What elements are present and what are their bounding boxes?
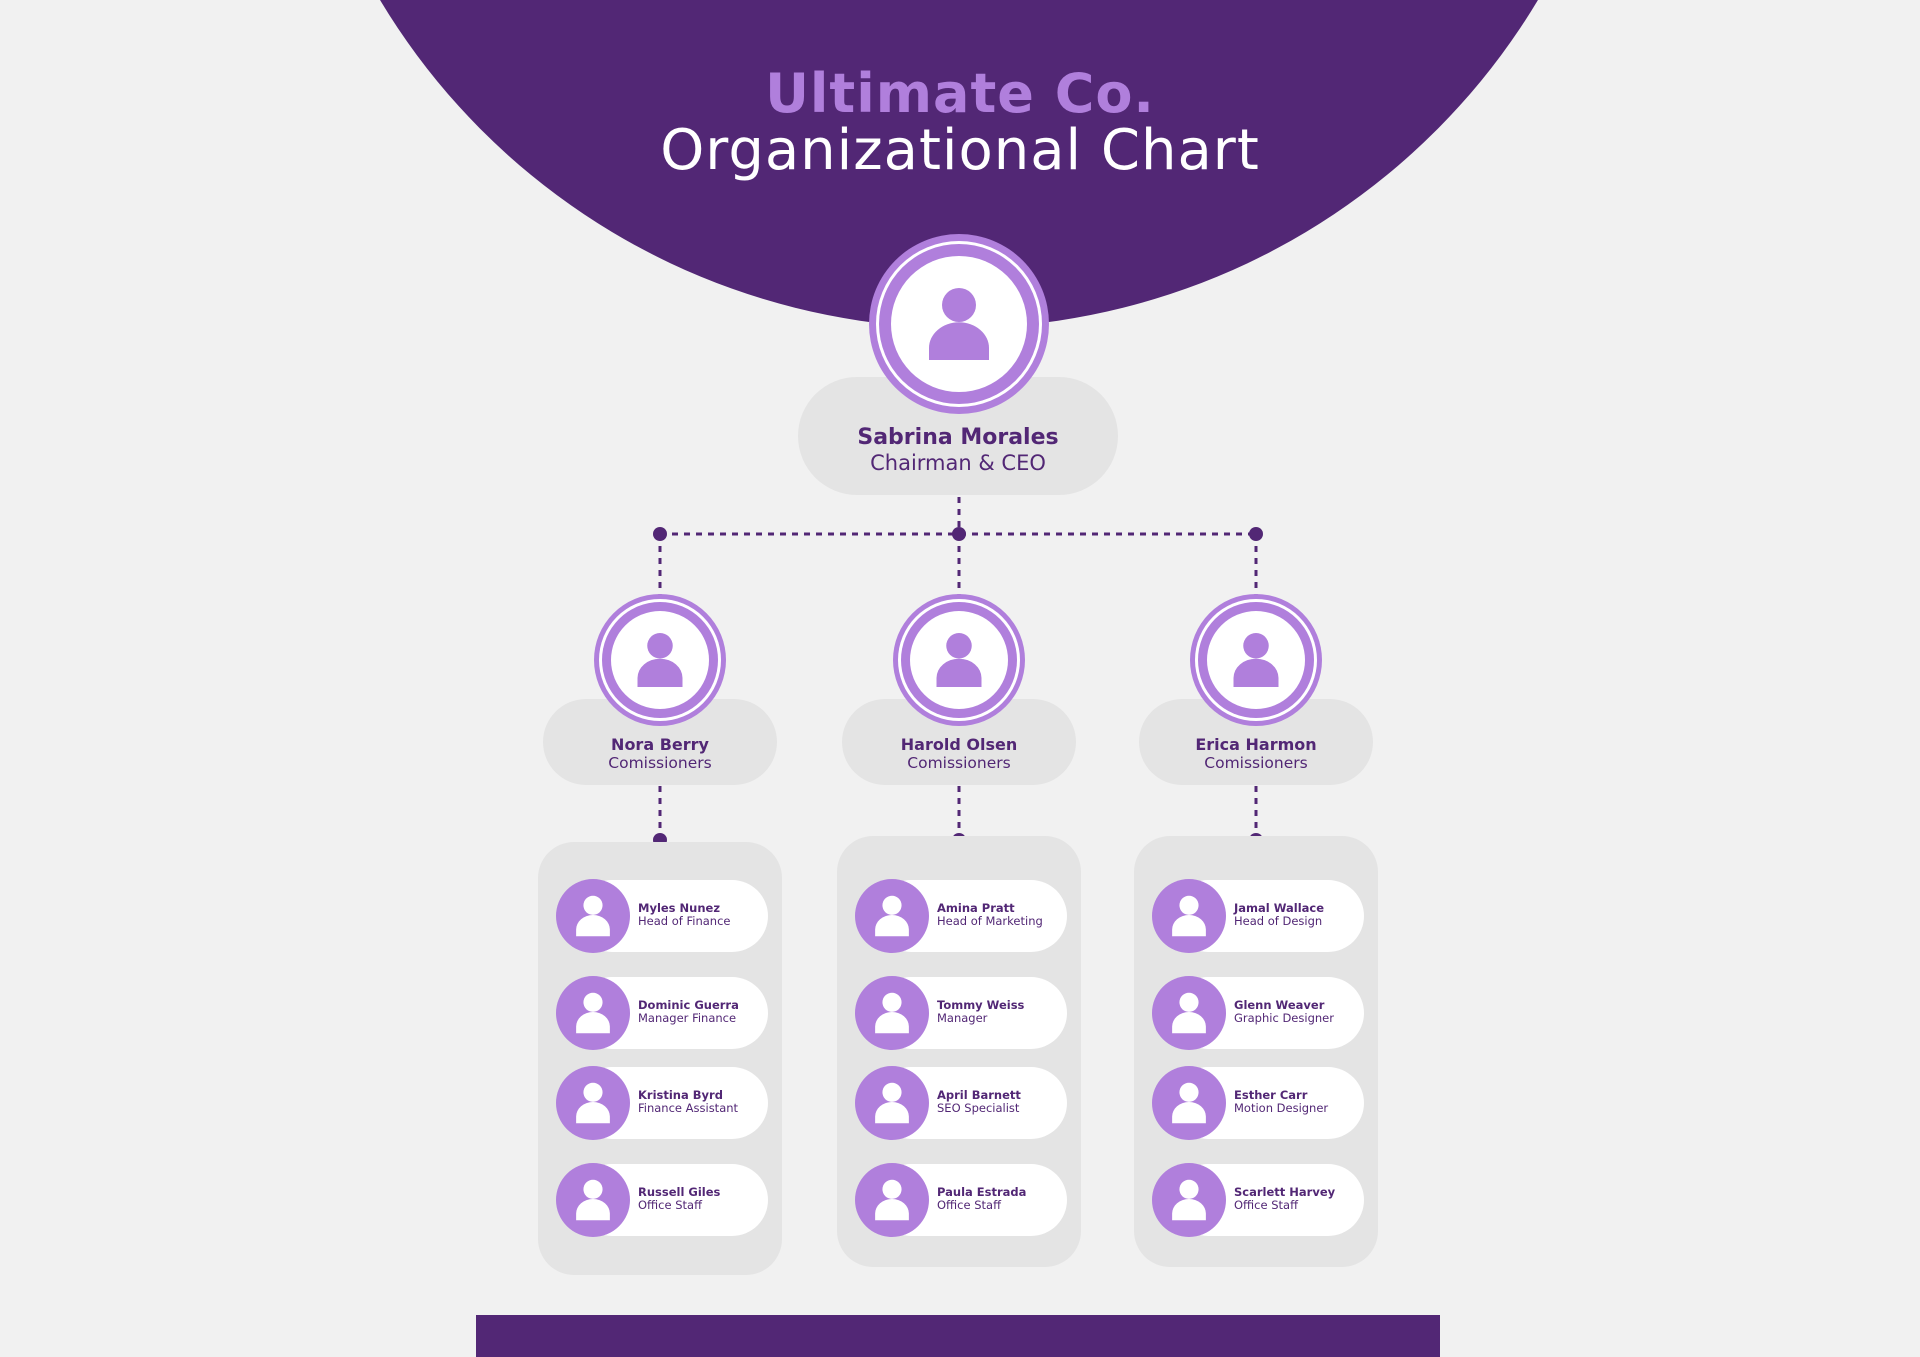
- team-panel: Myles Nunez Head of Finance Dominic Guer…: [538, 842, 782, 1275]
- person-icon: [929, 288, 989, 360]
- member-role: Head of Design: [1234, 914, 1323, 928]
- member-avatar: [1152, 976, 1226, 1050]
- member-avatar: [855, 1066, 929, 1140]
- team-member-card[interactable]: Dominic Guerra Manager Finance: [556, 976, 768, 1050]
- member-role: Office Staff: [937, 1198, 1002, 1212]
- team-member-card[interactable]: Kristina Byrd Finance Assistant: [556, 1066, 768, 1140]
- member-role: Head of Finance: [638, 914, 731, 928]
- ceo-name: Sabrina Morales: [857, 425, 1059, 450]
- commissioner-avatar: [594, 594, 726, 726]
- commissioner-avatar: [1190, 594, 1322, 726]
- member-role: Finance Assistant: [638, 1101, 739, 1115]
- member-avatar: [556, 1163, 630, 1237]
- person-icon: [576, 1179, 610, 1221]
- commissioner-name: Nora Berry: [611, 735, 709, 754]
- person-icon: [875, 895, 909, 937]
- member-avatar: [556, 1066, 630, 1140]
- person-icon: [576, 992, 610, 1034]
- person-icon: [1172, 895, 1206, 937]
- person-icon: [1172, 992, 1206, 1034]
- member-avatar: [1152, 879, 1226, 953]
- member-role: Manager Finance: [638, 1011, 737, 1025]
- person-icon: [875, 992, 909, 1034]
- ceo-role: Chairman & CEO: [870, 451, 1046, 475]
- team-member-card[interactable]: Russell Giles Office Staff: [556, 1163, 768, 1237]
- member-avatar: [855, 1163, 929, 1237]
- footer-bar: [476, 1315, 1440, 1357]
- member-role: Graphic Designer: [1234, 1011, 1334, 1025]
- member-role: Office Staff: [1234, 1198, 1299, 1212]
- team-member-card[interactable]: Myles Nunez Head of Finance: [556, 879, 768, 953]
- team-member-card[interactable]: April Barnett SEO Specialist: [855, 1066, 1067, 1140]
- team-member-card[interactable]: Tommy Weiss Manager: [855, 976, 1067, 1050]
- person-icon: [637, 633, 683, 687]
- team-member-card[interactable]: Glenn Weaver Graphic Designer: [1152, 976, 1364, 1050]
- team-member-card[interactable]: Scarlett Harvey Office Staff: [1152, 1163, 1364, 1237]
- commissioner-role: Comissioners: [608, 754, 712, 772]
- commissioner-avatar: [893, 594, 1025, 726]
- member-role: Manager: [937, 1011, 988, 1025]
- commissioner-name: Erica Harmon: [1195, 735, 1317, 754]
- member-role: Motion Designer: [1234, 1101, 1329, 1115]
- member-avatar: [855, 976, 929, 1050]
- person-icon: [875, 1179, 909, 1221]
- commissioner-name: Harold Olsen: [900, 735, 1018, 754]
- member-role: Head of Marketing: [937, 914, 1043, 928]
- person-icon: [1172, 1179, 1206, 1221]
- member-role: SEO Specialist: [937, 1101, 1020, 1115]
- person-icon: [936, 633, 982, 687]
- member-avatar: [1152, 1163, 1226, 1237]
- person-icon: [1172, 1082, 1206, 1124]
- person-icon: [576, 1082, 610, 1124]
- connector-dot: [1249, 527, 1263, 541]
- team-member-card[interactable]: Amina Pratt Head of Marketing: [855, 879, 1067, 953]
- team-panel: Jamal Wallace Head of Design Glenn Weave…: [1134, 836, 1378, 1267]
- ceo-avatar: [869, 234, 1049, 414]
- commissioner-role: Comissioners: [907, 754, 1011, 772]
- team-panel: Amina Pratt Head of Marketing Tommy Weis…: [837, 836, 1081, 1267]
- member-avatar: [1152, 1066, 1226, 1140]
- team-member-card[interactable]: Jamal Wallace Head of Design: [1152, 879, 1364, 953]
- member-role: Office Staff: [638, 1198, 703, 1212]
- connector-dot: [952, 527, 966, 541]
- person-icon: [576, 895, 610, 937]
- member-avatar: [855, 879, 929, 953]
- team-member-card[interactable]: Paula Estrada Office Staff: [855, 1163, 1067, 1237]
- commissioner-role: Comissioners: [1204, 754, 1308, 772]
- person-icon: [1233, 633, 1279, 687]
- team-member-card[interactable]: Esther Carr Motion Designer: [1152, 1066, 1364, 1140]
- member-avatar: [556, 976, 630, 1050]
- connector-dot: [653, 527, 667, 541]
- person-icon: [875, 1082, 909, 1124]
- member-avatar: [556, 879, 630, 953]
